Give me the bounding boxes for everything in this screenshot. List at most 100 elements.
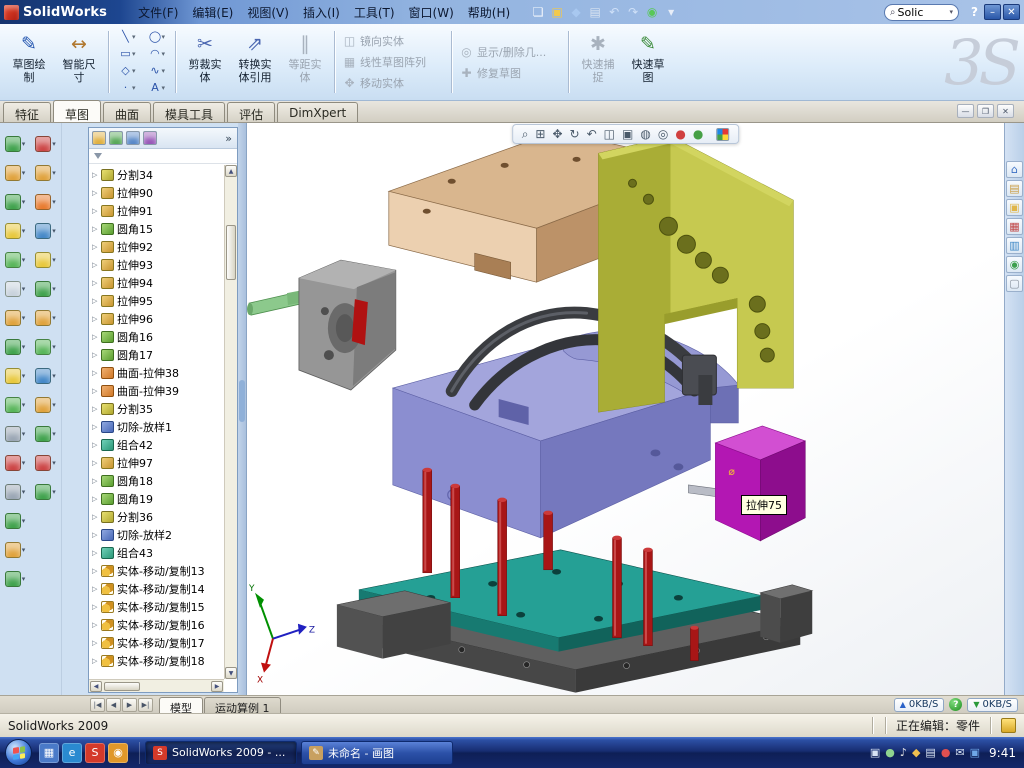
toolbar-flyout-button[interactable]: ▾ <box>30 332 61 361</box>
toolbar-big-button[interactable]: ✂ 剪裁实体 <box>180 27 230 97</box>
toolbar-big-button[interactable]: ✎ 草图绘制 <box>4 27 54 97</box>
chevron-down-icon[interactable]: ▾ <box>52 343 56 351</box>
chevron-down-icon[interactable]: ▾ <box>52 430 56 438</box>
chevron-down-icon[interactable]: ▾ <box>22 372 26 380</box>
feature-tree-item[interactable]: ▷ 实体-移动/复制14 <box>89 580 224 598</box>
feature-tree-item[interactable]: ▷ 分割34 <box>89 166 224 184</box>
toolbar-flyout-button[interactable]: ▾ <box>0 274 30 303</box>
toolbar-flyout-button[interactable]: ▾ <box>30 129 61 158</box>
expander-icon[interactable]: ▷ <box>92 531 101 539</box>
chevron-down-icon[interactable]: ▾ <box>161 50 165 58</box>
toolbar-flyout-button[interactable]: ▾ <box>30 158 61 187</box>
command-tab[interactable]: 模具工具 <box>153 102 225 122</box>
toolbar-flyout-button[interactable]: ▾ <box>30 187 61 216</box>
expander-icon[interactable]: ▷ <box>92 639 101 647</box>
print-icon[interactable]: ▤ <box>586 3 604 21</box>
tree-filter-bar[interactable] <box>89 149 237 164</box>
feature-tree-item[interactable]: ▷ 圆角15 <box>89 220 224 238</box>
feature-tree-item[interactable]: ▷ 实体-移动/复制15 <box>89 598 224 616</box>
scene-icon[interactable]: ● <box>693 127 703 141</box>
scrollbar-thumb[interactable] <box>104 682 140 691</box>
point-icon[interactable]: · ▾ <box>113 80 142 96</box>
chevron-down-icon[interactable]: ▾ <box>52 401 56 409</box>
expander-icon[interactable]: ▷ <box>92 477 101 485</box>
chevron-down-icon[interactable]: ▾ <box>22 401 26 409</box>
feature-tree-item[interactable]: ▷ 拉伸91 <box>89 202 224 220</box>
expander-icon[interactable]: ▷ <box>92 549 101 557</box>
chevron-down-icon[interactable]: ▾ <box>22 169 26 177</box>
open-icon[interactable]: ▣ <box>548 3 566 21</box>
rebuild-icon[interactable]: ◉ <box>643 3 661 21</box>
home-icon[interactable]: ⌂ <box>1006 161 1023 178</box>
task-button[interactable]: ✎ 未命名 - 画图 <box>301 741 453 765</box>
chevron-down-icon[interactable]: ▾ <box>52 256 56 264</box>
next-sheet-button[interactable]: ▶ <box>122 698 137 712</box>
feature-tree-item[interactable]: ▷ 组合43 <box>89 544 224 562</box>
chevron-down-icon[interactable]: ▾ <box>52 372 56 380</box>
model-base-step-right[interactable] <box>760 585 812 643</box>
configurationmanager-tab-icon[interactable] <box>126 131 140 145</box>
feature-tree-item[interactable]: ▷ 实体-移动/复制13 <box>89 562 224 580</box>
toolbar-flyout-button[interactable]: ▾ <box>30 245 61 274</box>
taskbar-clock[interactable]: 9:41 <box>989 746 1016 760</box>
pan-icon[interactable]: ✥ <box>552 127 562 141</box>
toolbar-flyout-button[interactable]: ▾ <box>0 361 30 390</box>
tray-icon-4[interactable]: ◆ <box>912 746 920 760</box>
first-sheet-button[interactable]: |◀ <box>90 698 105 712</box>
appearances-icon[interactable]: ◉ <box>1006 256 1023 273</box>
tree-horizontal-scrollbar[interactable]: ◀ ▶ <box>89 679 224 692</box>
arc-icon[interactable]: ◠ ▾ <box>143 46 172 62</box>
chevron-down-icon[interactable]: ▾ <box>22 140 26 148</box>
panel-splitter[interactable] <box>238 123 246 695</box>
expander-icon[interactable]: ▷ <box>92 225 101 233</box>
toolbar-flyout-button[interactable]: ▾ <box>0 129 30 158</box>
toolbar-flyout-button[interactable]: ▾ <box>0 245 30 274</box>
toolbar-flyout-button[interactable]: ▾ <box>0 477 30 506</box>
expander-icon[interactable]: ▷ <box>92 261 101 269</box>
scrollbar-thumb[interactable] <box>226 225 236 280</box>
last-sheet-button[interactable]: ▶| <box>138 698 153 712</box>
feature-tree-item[interactable]: ▷ 分割36 <box>89 508 224 526</box>
toolbar-flyout-button[interactable]: ▾ <box>0 535 30 564</box>
expander-icon[interactable]: ▷ <box>92 243 101 251</box>
chevron-down-icon[interactable]: ▾ <box>22 488 26 496</box>
tray-icon-7[interactable]: ✉ <box>955 746 964 760</box>
toolbar-flyout-button[interactable]: ▾ <box>0 390 30 419</box>
toolbar-flyout-button[interactable]: ▾ <box>0 419 30 448</box>
menu-item[interactable]: 文件(F) <box>131 1 185 24</box>
toolbar-flyout-button[interactable]: ▾ <box>0 332 30 361</box>
feature-tree-item[interactable]: ▷ 分割35 <box>89 400 224 418</box>
close-button[interactable]: ✕ <box>1003 4 1020 20</box>
menu-item[interactable]: 工具(T) <box>347 1 402 24</box>
feature-tree-item[interactable]: ▷ 拉伸92 <box>89 238 224 256</box>
expander-icon[interactable]: ▷ <box>92 333 101 341</box>
toolbar-flyout-button[interactable]: ▾ <box>30 390 61 419</box>
toolbar-flyout-button[interactable]: ▾ <box>30 274 61 303</box>
chevron-down-icon[interactable]: ▾ <box>52 140 56 148</box>
model-cam-unit[interactable] <box>299 260 396 390</box>
zoom-area-icon[interactable]: ⊞ <box>535 127 545 141</box>
toolbox-icon[interactable]: ▦ <box>1006 218 1023 235</box>
feature-tree-item[interactable]: ▷ 曲面-拉伸38 <box>89 364 224 382</box>
overflow-chevron-icon[interactable]: » <box>225 132 234 145</box>
circle-icon[interactable]: ◯ ▾ <box>143 29 172 45</box>
toolbar-stack-button[interactable]: ◎ 显示/删除几... <box>456 42 564 62</box>
chevron-down-icon[interactable]: ▾ <box>22 227 26 235</box>
text-icon[interactable]: A ▾ <box>143 80 172 96</box>
command-tab[interactable]: 草图 <box>53 100 101 122</box>
previous-view-icon[interactable]: ↶ <box>587 127 597 141</box>
network-help-icon[interactable]: ? <box>949 698 962 711</box>
feature-tree-item[interactable]: ▷ 圆角18 <box>89 472 224 490</box>
toolbar-flyout-button[interactable]: ▾ <box>30 419 61 448</box>
chevron-down-icon[interactable]: ▾ <box>52 488 56 496</box>
view-orientation-icon[interactable]: ▣ <box>622 127 633 141</box>
menu-item[interactable]: 帮助(H) <box>461 1 517 24</box>
feature-tree-item[interactable]: ▷ 圆角16 <box>89 328 224 346</box>
scroll-left-button[interactable]: ◀ <box>90 681 102 692</box>
feature-tree-item[interactable]: ▷ 拉伸90 <box>89 184 224 202</box>
chevron-down-icon[interactable]: ▾ <box>52 198 56 206</box>
expander-icon[interactable]: ▷ <box>92 657 101 665</box>
toolbar-flyout-button[interactable]: ▾ <box>30 216 61 245</box>
solidworks-launcher-icon[interactable]: S <box>85 743 105 763</box>
chevron-down-icon[interactable]: ▾ <box>22 343 26 351</box>
